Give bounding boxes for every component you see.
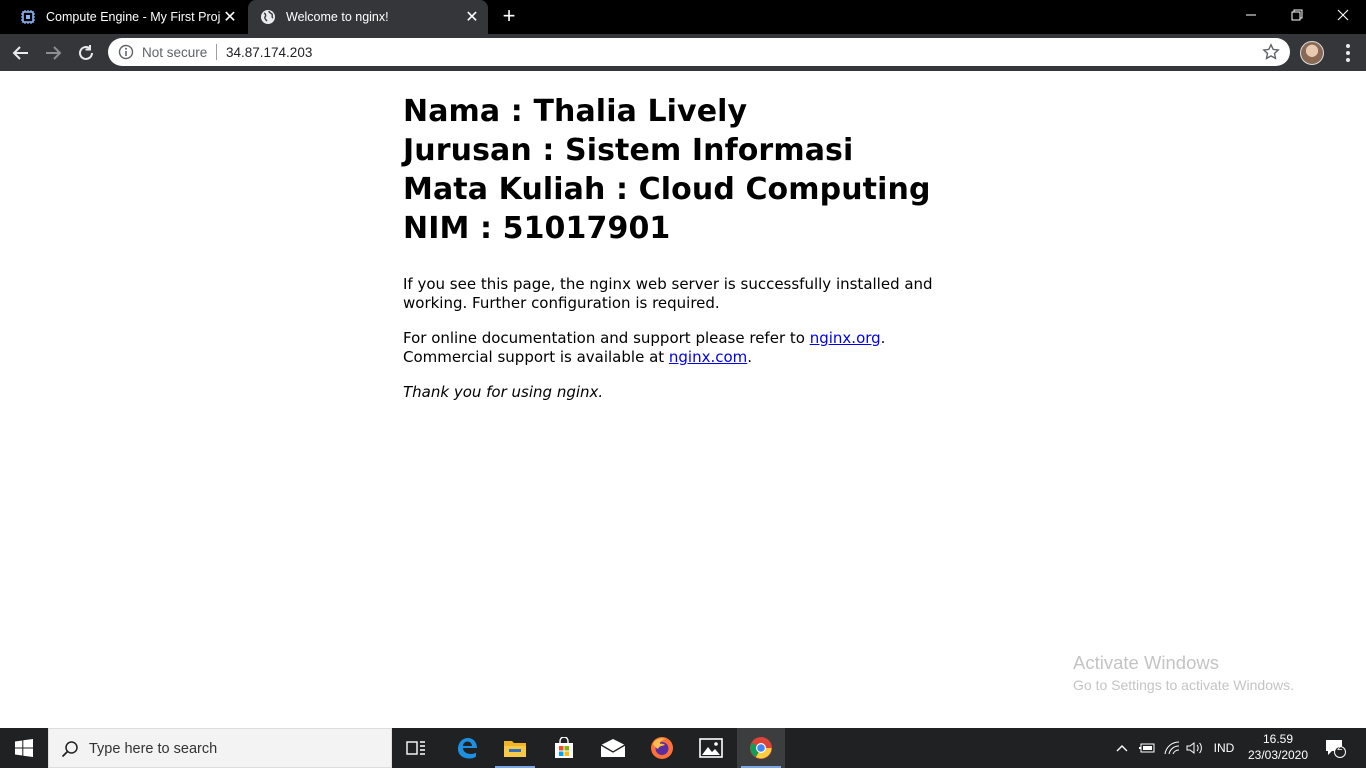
input-language-indicator[interactable]: IND (1208, 728, 1240, 768)
tab-welcome-nginx[interactable]: Welcome to nginx! ✕ (248, 0, 488, 34)
documentation-paragraph: For online documentation and support ple… (403, 329, 963, 367)
store-icon (555, 737, 573, 758)
photos-icon (699, 738, 723, 758)
compute-engine-icon (20, 9, 36, 25)
chevron-up-icon (1116, 745, 1128, 752)
heading-jurusan: Jurusan : Sistem Informasi (403, 133, 854, 168)
file-explorer-button[interactable] (491, 728, 539, 768)
new-tab-button[interactable]: + (498, 5, 520, 28)
close-tab-icon[interactable]: ✕ (220, 7, 240, 27)
address-bar[interactable]: Not secure 34.87.174.203 (108, 38, 1290, 66)
close-icon (1337, 9, 1349, 21)
heading-nama: Nama : Thalia Lively (403, 94, 748, 129)
security-indicator[interactable]: Not secure (142, 45, 207, 60)
restore-button[interactable] (1274, 0, 1320, 30)
date-text: 23/03/2020 (1247, 748, 1309, 762)
arrow-left-icon (12, 46, 28, 60)
minimize-icon (1246, 14, 1256, 16)
restore-icon (1291, 9, 1303, 21)
punctuation: . (880, 329, 886, 347)
search-icon (61, 741, 78, 758)
taskbar-search-box[interactable]: Type here to search (48, 728, 392, 768)
forward-button[interactable] (40, 40, 66, 66)
thanks-paragraph: Thank you for using nginx. (403, 383, 963, 402)
browser-toolbar: Not secure 34.87.174.203 (0, 34, 1366, 71)
thanks-text: Thank you for using nginx. (403, 383, 604, 401)
folder-icon (504, 741, 526, 757)
install-message: If you see this page, the nginx web serv… (403, 275, 933, 312)
mail-button[interactable] (589, 728, 637, 768)
search-placeholder: Type here to search (89, 741, 218, 757)
volume-button[interactable] (1184, 728, 1206, 768)
arrow-right-icon (46, 46, 62, 60)
wifi-icon (1164, 741, 1180, 755)
show-hidden-icons-button[interactable] (1112, 728, 1132, 768)
firefox-button[interactable] (638, 728, 686, 768)
activate-windows-watermark: Activate Windows Go to Settings to activ… (1073, 652, 1294, 693)
browser-tab-strip: Compute Engine - My First Proje ✕ Welcom… (0, 0, 1366, 34)
punctuation: . (747, 348, 753, 366)
photos-button[interactable] (687, 728, 735, 768)
commercial-text: Commercial support is available at (403, 348, 669, 366)
chrome-icon (750, 737, 772, 759)
divider (216, 44, 217, 60)
windows-taskbar: Type here to search IND 16.59 23/03/2020 (0, 728, 1366, 768)
nginx-org-link[interactable]: nginx.org (810, 329, 881, 347)
clock[interactable]: 16.59 23/03/2020 (1244, 731, 1312, 763)
menu-dot (1346, 51, 1350, 55)
mail-icon (600, 739, 626, 757)
action-center-button[interactable]: 2 (1318, 728, 1352, 768)
battery-button[interactable] (1136, 728, 1158, 768)
battery-icon (1139, 743, 1155, 753)
reload-button[interactable] (73, 40, 99, 66)
info-icon[interactable] (118, 44, 134, 60)
heading-mata-kuliah: Mata Kuliah : Cloud Computing (403, 172, 931, 207)
notification-count: 2 (1337, 742, 1343, 753)
time-text: 16.59 (1262, 732, 1294, 746)
reload-icon (79, 45, 93, 60)
speaker-icon (1186, 742, 1202, 754)
bookmark-star-icon[interactable] (1262, 43, 1280, 61)
network-button[interactable] (1160, 728, 1184, 768)
doc-text: For online documentation and support ple… (403, 329, 810, 347)
tab-title: Compute Engine - My First Proje (46, 10, 220, 24)
profile-avatar[interactable] (1300, 41, 1324, 65)
heading-nim: NIM : 51017901 (403, 211, 671, 246)
close-window-button[interactable] (1320, 0, 1366, 30)
minimize-button[interactable] (1228, 0, 1274, 30)
back-button[interactable] (8, 40, 34, 66)
browser-menu-button[interactable] (1338, 42, 1358, 64)
task-view-icon (406, 741, 425, 755)
chrome-button[interactable] (737, 728, 785, 768)
nginx-com-link[interactable]: nginx.com (669, 348, 747, 366)
task-view-button[interactable] (392, 728, 440, 768)
nginx-welcome-page: Nama : Thalia Lively Jurusan : Sistem In… (403, 92, 963, 402)
windows-logo-icon (15, 739, 33, 757)
globe-icon (260, 9, 276, 25)
store-button[interactable] (540, 728, 588, 768)
menu-dot (1346, 44, 1350, 48)
watermark-title: Activate Windows (1073, 652, 1219, 673)
menu-dot (1346, 58, 1350, 62)
tab-compute-engine[interactable]: Compute Engine - My First Proje ✕ (8, 0, 246, 34)
firefox-icon (651, 737, 673, 759)
url-text[interactable]: 34.87.174.203 (226, 45, 312, 60)
edge-icon (458, 738, 477, 759)
start-button[interactable] (0, 728, 48, 768)
edge-button[interactable] (443, 728, 491, 768)
tab-title: Welcome to nginx! (286, 10, 389, 24)
watermark-subtitle: Go to Settings to activate Windows. (1073, 677, 1294, 693)
close-tab-icon[interactable]: ✕ (462, 7, 482, 27)
